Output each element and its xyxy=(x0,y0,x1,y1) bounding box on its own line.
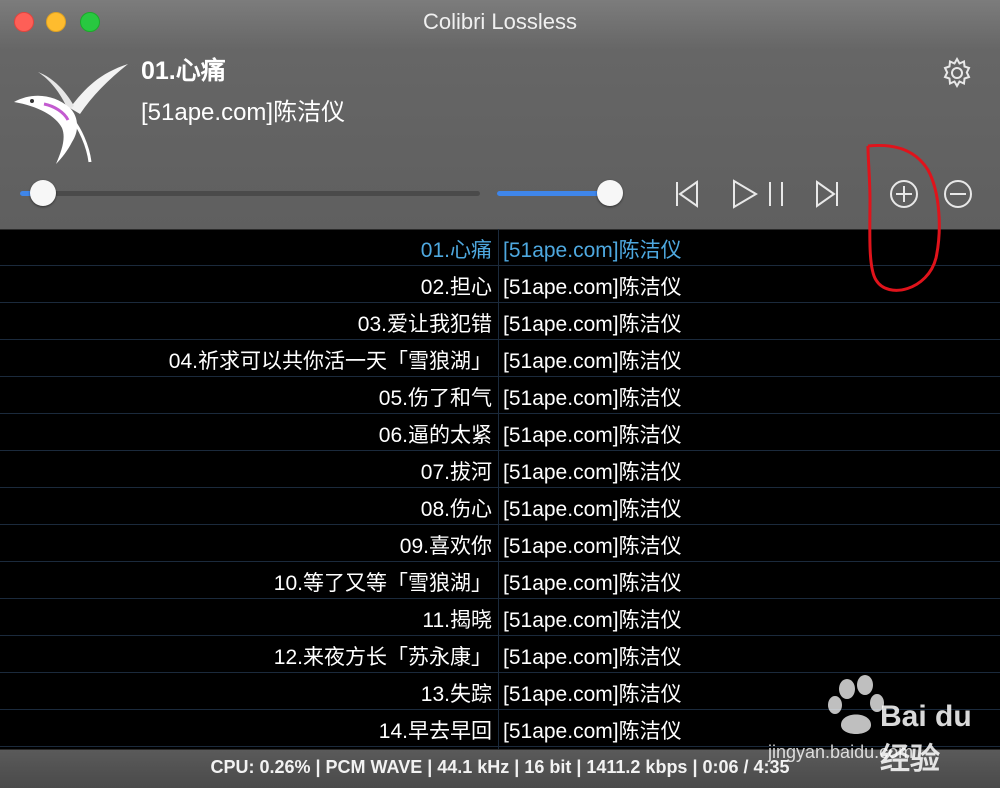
gear-icon[interactable] xyxy=(940,56,974,90)
track-title-cell: 05.伤了和气 xyxy=(378,387,492,410)
table-row[interactable]: 02.担心 [51ape.com]陈洁仪 xyxy=(0,266,1000,303)
progress-track xyxy=(20,191,480,196)
column-divider xyxy=(498,525,499,561)
window-title: Colibri Lossless xyxy=(422,9,578,34)
table-row[interactable]: 12.来夜方长「苏永康」 [51ape.com]陈洁仪 xyxy=(0,636,1000,673)
track-artist-cell: [51ape.com]陈洁仪 xyxy=(503,535,682,558)
add-button[interactable] xyxy=(886,176,922,212)
progress-slider[interactable] xyxy=(20,179,480,209)
track-artist-cell: [51ape.com]陈洁仪 xyxy=(503,313,682,336)
column-divider xyxy=(498,377,499,413)
play-pause-icon xyxy=(733,179,783,209)
volume-knob[interactable] xyxy=(596,180,623,206)
now-playing-artist: [51ape.com]陈洁仪 xyxy=(141,99,346,126)
track-title-cell: 12.来夜方长「苏永康」 xyxy=(273,646,492,669)
track-artist-cell: [51ape.com]陈洁仪 xyxy=(503,572,682,595)
hummingbird-logo-icon xyxy=(14,64,128,164)
track-title-cell: 11.揭晓 xyxy=(422,609,492,632)
column-divider xyxy=(498,229,499,265)
track-title-cell: 04.祈求可以共你活一天「雪狼湖」 xyxy=(168,350,492,373)
track-artist-cell: [51ape.com]陈洁仪 xyxy=(503,646,682,669)
column-divider xyxy=(498,303,499,339)
track-artist-cell: [51ape.com]陈洁仪 xyxy=(503,683,682,706)
column-divider xyxy=(498,266,499,302)
track-artist-cell: [51ape.com]陈洁仪 xyxy=(503,239,682,262)
table-row[interactable]: 03.爱让我犯错 [51ape.com]陈洁仪 xyxy=(0,303,1000,340)
column-divider xyxy=(498,636,499,672)
skip-back-icon xyxy=(676,180,698,208)
column-divider xyxy=(498,562,499,598)
track-title-cell: 08.伤心 xyxy=(420,498,492,521)
table-row[interactable]: 06.逼的太紧 [51ape.com]陈洁仪 xyxy=(0,414,1000,451)
next-button[interactable] xyxy=(810,176,846,212)
column-divider xyxy=(498,414,499,450)
track-title-cell: 09.喜欢你 xyxy=(399,535,492,558)
remove-button[interactable] xyxy=(940,176,976,212)
table-row[interactable]: 01.心痛 [51ape.com]陈洁仪 xyxy=(0,229,1000,266)
track-title-cell: 13.失踪 xyxy=(420,683,492,706)
column-divider xyxy=(498,340,499,376)
volume-slider[interactable] xyxy=(497,179,623,209)
column-divider xyxy=(498,710,499,746)
track-artist-cell: [51ape.com]陈洁仪 xyxy=(503,461,682,484)
watermark-text: Bai du 经验 xyxy=(880,700,972,776)
track-title-cell: 01.心痛 xyxy=(420,239,492,262)
progress-knob[interactable] xyxy=(30,180,56,206)
track-title-cell: 10.等了又等「雪狼湖」 xyxy=(273,572,492,595)
table-row[interactable]: 09.喜欢你 [51ape.com]陈洁仪 xyxy=(0,525,1000,562)
minus-circle-icon xyxy=(944,180,972,208)
track-title-cell: 03.爱让我犯错 xyxy=(357,313,492,336)
table-row[interactable]: 10.等了又等「雪狼湖」 [51ape.com]陈洁仪 xyxy=(0,562,1000,599)
table-row[interactable]: 04.祈求可以共你活一天「雪狼湖」 [51ape.com]陈洁仪 xyxy=(0,340,1000,377)
table-row[interactable]: 11.揭晓 [51ape.com]陈洁仪 xyxy=(0,599,1000,636)
table-row[interactable]: 05.伤了和气 [51ape.com]陈洁仪 xyxy=(0,377,1000,414)
track-artist-cell: [51ape.com]陈洁仪 xyxy=(503,387,682,410)
column-divider xyxy=(498,673,499,709)
track-artist-cell: [51ape.com]陈洁仪 xyxy=(503,498,682,521)
track-title-cell: 14.早去早回 xyxy=(378,720,492,743)
column-divider xyxy=(498,451,499,487)
track-title-cell: 02.担心 xyxy=(420,276,492,299)
track-artist-cell: [51ape.com]陈洁仪 xyxy=(503,424,682,447)
watermark-url: jingyan.baidu.com xyxy=(768,742,914,762)
titlebar: Colibri Lossless xyxy=(0,0,1000,42)
player-header: Colibri Lossless 01.心痛 [51ape.com]陈洁仪 xyxy=(0,0,1000,230)
volume-fill xyxy=(497,191,610,196)
table-row[interactable]: 08.伤心 [51ape.com]陈洁仪 xyxy=(0,488,1000,525)
previous-button[interactable] xyxy=(668,176,704,212)
column-divider xyxy=(498,599,499,635)
column-divider xyxy=(498,488,499,524)
play-pause-button[interactable] xyxy=(728,176,788,212)
now-playing-title: 01.心痛 xyxy=(141,57,226,85)
track-artist-cell: [51ape.com]陈洁仪 xyxy=(503,609,682,632)
track-title-cell: 06.逼的太紧 xyxy=(378,424,492,447)
track-artist-cell: [51ape.com]陈洁仪 xyxy=(503,276,682,299)
track-artist-cell: [51ape.com]陈洁仪 xyxy=(503,350,682,373)
playlist-table[interactable]: 01.心痛 [51ape.com]陈洁仪 02.担心 [51ape.com]陈洁仪 03… xyxy=(0,229,1000,749)
skip-forward-icon xyxy=(816,180,838,208)
track-artist-cell: [51ape.com]陈洁仪 xyxy=(503,720,682,743)
plus-circle-icon xyxy=(890,180,918,208)
track-title-cell: 07.拔河 xyxy=(420,461,492,484)
table-row[interactable]: 07.拔河 [51ape.com]陈洁仪 xyxy=(0,451,1000,488)
